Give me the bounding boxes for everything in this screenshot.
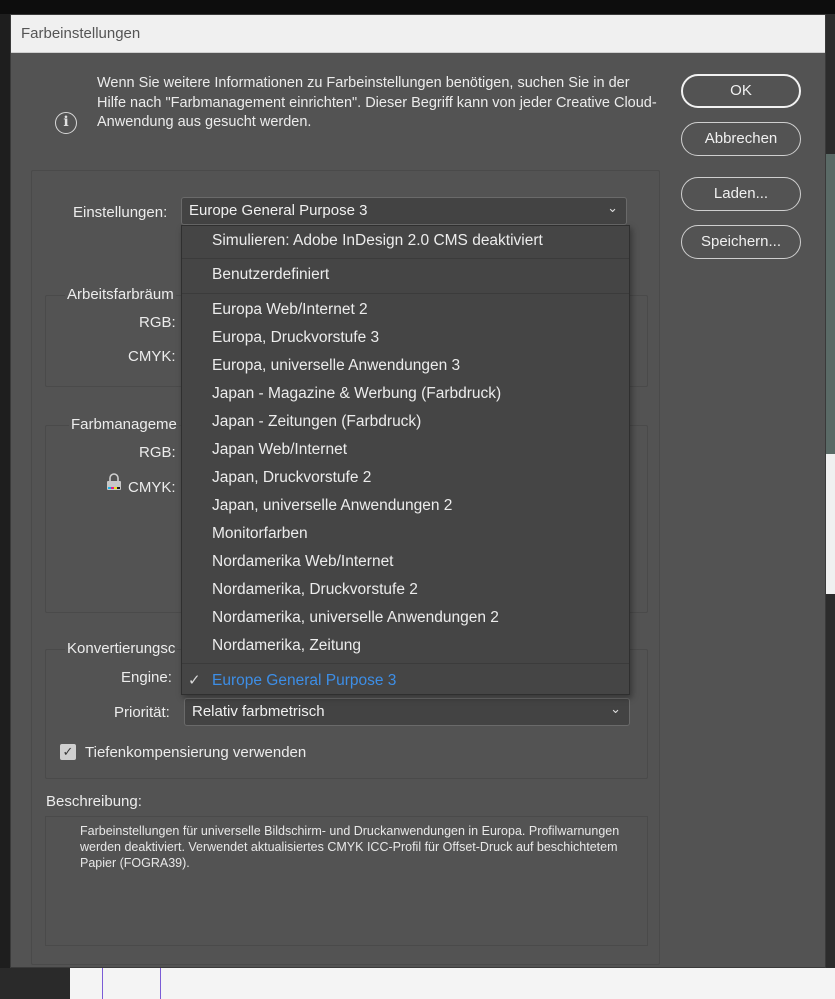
dropdown-item[interactable]: Benutzerdefiniert xyxy=(182,262,629,288)
color-management-title: Farbmanageme xyxy=(69,416,179,433)
dialog-title: Farbeinstellungen xyxy=(11,15,825,53)
dropdown-item[interactable]: Japan Web/Internet xyxy=(182,437,629,463)
settings-select[interactable]: Europe General Purpose 3 ⌄ xyxy=(181,197,627,225)
dropdown-item[interactable]: Nordamerika, universelle Anwendungen 2 xyxy=(182,605,629,631)
policy-cmyk-label: CMYK: xyxy=(128,479,176,496)
dropdown-item[interactable]: Europa Web/Internet 2 xyxy=(182,297,629,323)
chevron-down-icon: ⌄ xyxy=(610,701,621,716)
dropdown-separator xyxy=(182,258,629,259)
dropdown-item[interactable]: Simulieren: Adobe InDesign 2.0 CMS deakt… xyxy=(182,228,629,254)
engine-label: Engine: xyxy=(121,669,172,686)
background-app-top xyxy=(0,0,835,14)
dropdown-item[interactable]: Monitorfarben xyxy=(182,521,629,547)
settings-select-value: Europe General Purpose 3 xyxy=(189,202,368,219)
priority-select-value: Relativ farbmetrisch xyxy=(192,703,325,720)
dropdown-separator xyxy=(182,663,629,664)
priority-select[interactable]: Relativ farbmetrisch ⌄ xyxy=(184,698,630,726)
checkmark-icon: ✓ xyxy=(188,672,201,689)
cancel-button[interactable]: Abbrechen xyxy=(681,122,801,156)
dropdown-item[interactable]: Japan, Druckvorstufe 2 xyxy=(182,465,629,491)
background-app-bottom xyxy=(0,968,835,999)
description-text: Farbeinstellungen für universelle Bildsc… xyxy=(80,824,620,870)
dropdown-separator xyxy=(182,293,629,294)
info-icon: i xyxy=(55,112,77,134)
working-rgb-label: RGB: xyxy=(139,314,176,331)
dropdown-item[interactable]: Japan - Zeitungen (Farbdruck) xyxy=(182,409,629,435)
black-point-checkbox[interactable]: ✓ xyxy=(60,744,76,760)
description-label: Beschreibung: xyxy=(46,793,142,810)
color-settings-dialog: Farbeinstellungen i Wenn Sie weitere Inf… xyxy=(10,14,826,968)
dropdown-item[interactable]: Nordamerika Web/Internet xyxy=(182,549,629,575)
policy-rgb-label: RGB: xyxy=(139,444,176,461)
settings-label: Einstellungen: xyxy=(73,204,168,221)
save-button[interactable]: Speichern... xyxy=(681,225,801,259)
background-app-canvas xyxy=(826,14,835,999)
ok-button[interactable]: OK xyxy=(681,74,801,108)
description-box: Farbeinstellungen für universelle Bildsc… xyxy=(45,816,648,946)
dropdown-item[interactable]: Nordamerika, Zeitung xyxy=(182,633,629,659)
dropdown-item[interactable]: Europa, universelle Anwendungen 3 xyxy=(182,353,629,379)
dropdown-item-label: Europe General Purpose 3 xyxy=(212,672,397,689)
black-point-label: Tiefenkompensierung verwenden xyxy=(85,744,307,761)
settings-dropdown-list[interactable]: Simulieren: Adobe InDesign 2.0 CMS deakt… xyxy=(181,225,630,695)
dropdown-item[interactable]: Europa, Druckvorstufe 3 xyxy=(182,325,629,351)
load-button[interactable]: Laden... xyxy=(681,177,801,211)
working-cmyk-label: CMYK: xyxy=(128,348,176,365)
dropdown-item[interactable]: Japan, universelle Anwendungen 2 xyxy=(182,493,629,519)
chevron-down-icon: ⌄ xyxy=(607,200,618,215)
dropdown-item-selected[interactable]: ✓ Europe General Purpose 3 xyxy=(182,668,629,694)
dropdown-item[interactable]: Japan - Magazine & Werbung (Farbdruck) xyxy=(182,381,629,407)
dropdown-item[interactable]: Nordamerika, Druckvorstufe 2 xyxy=(182,577,629,603)
lock-icon xyxy=(107,473,121,490)
info-text: Wenn Sie weitere Informationen zu Farbei… xyxy=(97,75,657,130)
priority-label: Priorität: xyxy=(114,704,170,721)
conversion-title: Konvertierungsc xyxy=(65,640,178,657)
working-spaces-title: Arbeitsfarbräum xyxy=(65,286,176,303)
